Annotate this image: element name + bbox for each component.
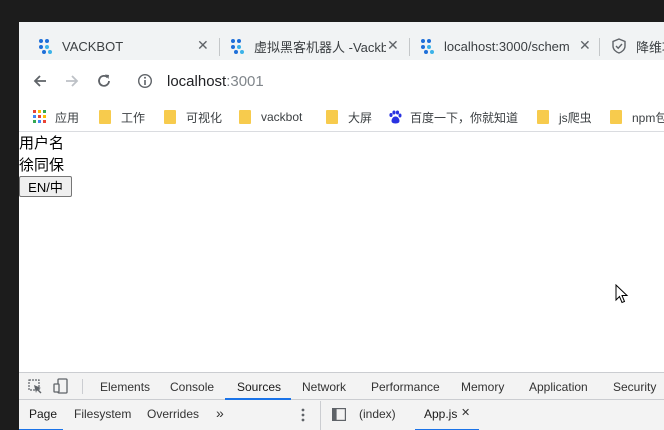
toolbar-divider	[82, 379, 83, 394]
browser-toolbar: localhost:3001	[19, 60, 664, 102]
more-tabs-chevron-icon[interactable]: »	[216, 405, 224, 421]
bookmark-folder-npm[interactable]: npm包	[610, 108, 664, 126]
page-content: 用户名 徐同保 EN/中	[19, 133, 664, 382]
devtools-pane-divider	[320, 401, 321, 430]
reload-icon	[98, 74, 110, 87]
tab-localhost-schema[interactable]: localhost:3000/schem ✕	[419, 32, 599, 60]
vackbot-favicon-icon	[39, 39, 52, 54]
devtools-tab-memory[interactable]: Memory	[461, 380, 504, 394]
folder-icon	[99, 110, 111, 124]
bookmark-label: npm包	[632, 110, 664, 125]
username-label: 用户名	[19, 134, 65, 152]
tab-title: localhost:3000/schem	[444, 38, 570, 54]
url-port: :3001	[226, 72, 264, 90]
devtools-tab-network[interactable]: Network	[302, 380, 346, 394]
bookmark-apps[interactable]: 应用	[33, 108, 79, 126]
bookmark-folder-js-crawler[interactable]: js爬虫	[537, 108, 592, 126]
bookmarks-bar: 应用 工作 可视化 vackbot 大屏 百度一下，你就知道 js爬虫 npm包	[19, 102, 664, 132]
bookmark-label: js爬虫	[559, 110, 592, 125]
sources-subtoolbar: Page Filesystem Overrides » (index) App.…	[19, 401, 664, 430]
bookmark-folder-bigscreen[interactable]: 大屏	[326, 108, 372, 126]
bookmark-label: 应用	[55, 110, 80, 125]
vackbot-favicon-icon	[421, 39, 434, 54]
tab-vackbot-hacker[interactable]: 虚拟黑客机器人 -Vackbot ✕	[229, 32, 409, 60]
bookmark-label: 可视化	[186, 110, 223, 125]
close-tab-icon[interactable]: ✕	[387, 37, 399, 54]
sources-nav-tab-overrides[interactable]: Overrides	[147, 407, 199, 421]
tab-vackbot[interactable]: VACKBOT ✕	[37, 32, 212, 60]
address-bar[interactable]: localhost:3001	[131, 68, 264, 94]
tab-shield[interactable]: 降维攻	[611, 32, 664, 60]
sources-nav-tab-filesystem[interactable]: Filesystem	[74, 407, 131, 421]
devtools-tab-elements[interactable]: Elements	[100, 380, 150, 394]
tab-divider	[599, 38, 600, 56]
editor-tab-appjs[interactable]: App.js	[424, 407, 457, 421]
bookmark-folder-work[interactable]: 工作	[99, 108, 145, 126]
bookmark-label: 大屏	[348, 110, 373, 125]
close-tab-icon[interactable]: ✕	[579, 37, 591, 54]
devtools-tab-sources[interactable]: Sources	[237, 380, 281, 394]
tab-title: 虚拟黑客机器人 -Vackbot	[254, 39, 386, 55]
reload-button[interactable]	[92, 69, 116, 93]
tab-strip: VACKBOT ✕ 虚拟黑客机器人 -Vackbot ✕ localhost:3…	[19, 22, 664, 60]
devtools-tab-security[interactable]: Security	[613, 380, 656, 394]
bookmark-label: 工作	[121, 110, 146, 125]
tab-title: VACKBOT	[62, 38, 124, 54]
tab-divider	[409, 38, 410, 56]
toggle-navigator-icon[interactable]	[332, 408, 346, 421]
devtools-main-tabs: Elements Console Sources Network Perform…	[19, 373, 664, 400]
active-tab-indicator	[225, 398, 291, 400]
bookmark-label: vackbot	[261, 110, 303, 124]
tab-divider	[219, 38, 220, 56]
back-button[interactable]	[28, 69, 52, 93]
language-toggle-button[interactable]: EN/中	[19, 176, 72, 197]
vackbot-favicon-icon	[231, 39, 244, 54]
editor-tab-index[interactable]: (index)	[359, 407, 396, 421]
forward-button[interactable]	[60, 69, 84, 93]
sources-nav-tab-page[interactable]: Page	[29, 407, 57, 421]
close-tab-icon[interactable]: ✕	[197, 37, 209, 54]
baidu-paw-icon	[389, 110, 402, 124]
kebab-menu-icon[interactable]	[301, 408, 305, 422]
bookmark-label: 百度一下，你就知道	[410, 110, 519, 125]
folder-icon	[537, 110, 549, 124]
mouse-pointer-icon	[615, 284, 629, 304]
info-icon	[137, 73, 153, 89]
close-editor-tab-icon[interactable]: ✕	[461, 406, 470, 419]
device-toolbar-icon[interactable]	[53, 378, 69, 394]
arrow-left-icon	[33, 75, 46, 87]
devtools-panel: Elements Console Sources Network Perform…	[19, 372, 664, 430]
tab-title: 降维攻	[636, 39, 664, 55]
devtools-tab-application[interactable]: Application	[529, 380, 588, 394]
bookmark-baidu[interactable]: 百度一下，你就知道	[388, 108, 518, 126]
folder-icon	[239, 110, 251, 124]
apps-grid-icon	[33, 110, 46, 123]
browser-window: VACKBOT ✕ 虚拟黑客机器人 -Vackbot ✕ localhost:3…	[19, 22, 664, 430]
bookmark-folder-visualization[interactable]: 可视化	[164, 108, 222, 126]
folder-icon	[326, 110, 338, 124]
devtools-tab-performance[interactable]: Performance	[371, 380, 440, 394]
shield-favicon-icon	[612, 38, 626, 54]
folder-icon	[610, 110, 622, 124]
username-value: 徐同保	[19, 156, 65, 174]
url-host: localhost	[167, 72, 227, 90]
devtools-tab-console[interactable]: Console	[170, 380, 214, 394]
bookmark-folder-vackbot[interactable]: vackbot	[239, 108, 302, 126]
folder-icon	[164, 110, 176, 124]
inspect-element-icon[interactable]	[28, 379, 43, 394]
arrow-right-icon	[66, 75, 79, 87]
